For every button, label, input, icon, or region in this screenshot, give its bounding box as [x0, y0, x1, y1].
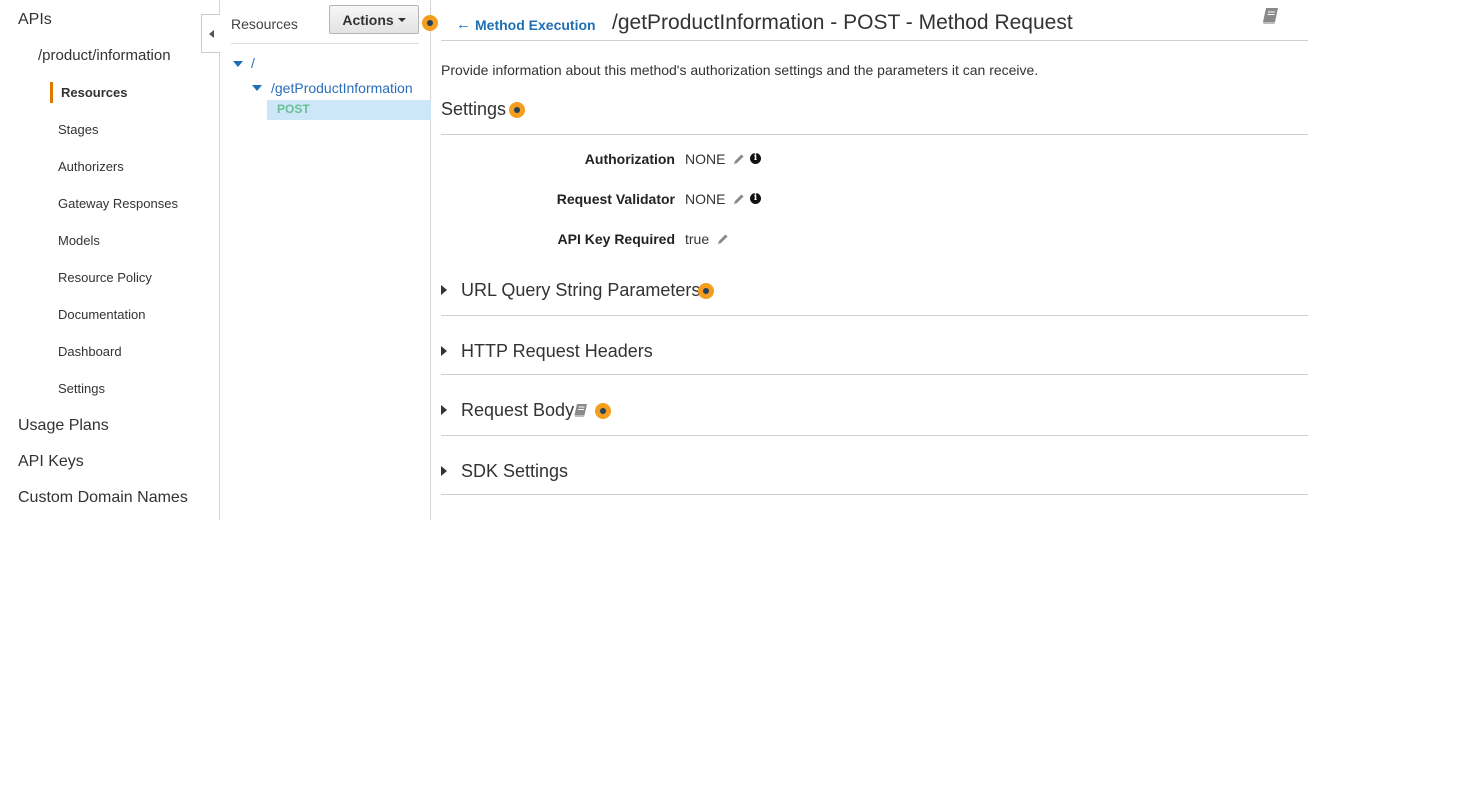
nav-api-keys[interactable]: API Keys	[18, 453, 84, 471]
nav-item-settings[interactable]: Settings	[58, 381, 105, 396]
nav-item-gateway-responses[interactable]: Gateway Responses	[58, 196, 178, 211]
left-nav: APIs /product/information Resources Stag…	[0, 0, 220, 520]
nav-item-resources[interactable]: Resources	[61, 85, 127, 100]
tree-expand-child-icon[interactable]	[252, 85, 262, 91]
section-divider	[441, 494, 1308, 495]
authorization-value: NONE	[685, 151, 726, 167]
section-divider	[441, 374, 1308, 375]
nav-custom-domain-names[interactable]: Custom Domain Names	[18, 489, 188, 507]
page-title: /getProductInformation - POST - Method R…	[612, 11, 1073, 34]
section-divider	[441, 315, 1308, 316]
help-dot-icon[interactable]	[422, 15, 438, 31]
api-key-required-value: true	[685, 231, 710, 247]
expand-caret-icon[interactable]	[441, 405, 447, 415]
tree-node-getproductinformation[interactable]: /getProductInformation	[271, 80, 413, 96]
nav-item-documentation[interactable]: Documentation	[58, 307, 145, 322]
method-label: POST	[277, 102, 310, 116]
http-request-headers-toggle[interactable]: HTTP Request Headers	[461, 341, 653, 362]
back-link-label: Method Execution	[475, 16, 596, 33]
help-dot-icon[interactable]	[509, 102, 525, 118]
arrow-left-icon: ←	[456, 16, 471, 33]
expand-caret-icon[interactable]	[441, 346, 447, 356]
resources-panel: Resources Actions / /getProductInformati…	[221, 0, 431, 520]
tree-node-root[interactable]: /	[251, 55, 255, 71]
book-icon[interactable]	[1261, 6, 1281, 26]
info-icon[interactable]: i	[750, 193, 761, 204]
caret-down-icon	[397, 17, 406, 22]
nav-item-stages[interactable]: Stages	[58, 122, 98, 137]
collapse-panel-button[interactable]	[201, 14, 220, 53]
title-divider	[441, 40, 1308, 41]
nav-usage-plans[interactable]: Usage Plans	[18, 417, 109, 435]
request-validator-value: NONE	[685, 191, 726, 207]
expand-caret-icon[interactable]	[441, 466, 447, 476]
help-dot-icon[interactable]	[595, 403, 611, 419]
nav-apis[interactable]: APIs	[18, 11, 52, 29]
nav-item-resource-policy[interactable]: Resource Policy	[58, 270, 152, 285]
request-body-toggle[interactable]: Request Body	[461, 400, 574, 421]
settings-divider	[441, 134, 1308, 135]
url-query-string-parameters-toggle[interactable]: URL Query String Parameters	[461, 280, 700, 301]
help-dot-icon[interactable]	[698, 283, 714, 299]
expand-caret-icon[interactable]	[441, 285, 447, 295]
page-description: Provide information about this method's …	[441, 62, 1039, 78]
api-key-required-label: API Key Required	[557, 231, 675, 247]
tree-expand-root-icon[interactable]	[233, 61, 243, 67]
method-execution-link[interactable]: ← Method Execution	[456, 16, 596, 33]
nav-item-authorizers[interactable]: Authorizers	[58, 159, 124, 174]
authorization-label: Authorization	[584, 151, 675, 167]
nav-api-name[interactable]: /product/information	[38, 47, 171, 64]
pencil-icon[interactable]	[733, 193, 745, 205]
nav-item-dashboard[interactable]: Dashboard	[58, 344, 122, 359]
resources-divider	[231, 43, 419, 44]
request-validator-label: Request Validator	[556, 191, 675, 207]
settings-title: Settings	[441, 99, 507, 119]
actions-label: Actions	[342, 11, 394, 28]
info-icon[interactable]: i	[750, 153, 761, 164]
sdk-settings-toggle[interactable]: SDK Settings	[461, 461, 568, 482]
resources-title: Resources	[231, 16, 298, 32]
actions-button[interactable]: Actions	[329, 5, 419, 34]
tree-node-post-method[interactable]: POST	[267, 100, 431, 120]
nav-item-models[interactable]: Models	[58, 233, 100, 248]
pencil-icon[interactable]	[717, 233, 729, 245]
book-icon[interactable]	[573, 403, 589, 418]
active-indicator	[50, 82, 53, 103]
section-divider	[441, 435, 1308, 436]
caret-left-icon	[208, 29, 214, 38]
pencil-icon[interactable]	[733, 153, 745, 165]
